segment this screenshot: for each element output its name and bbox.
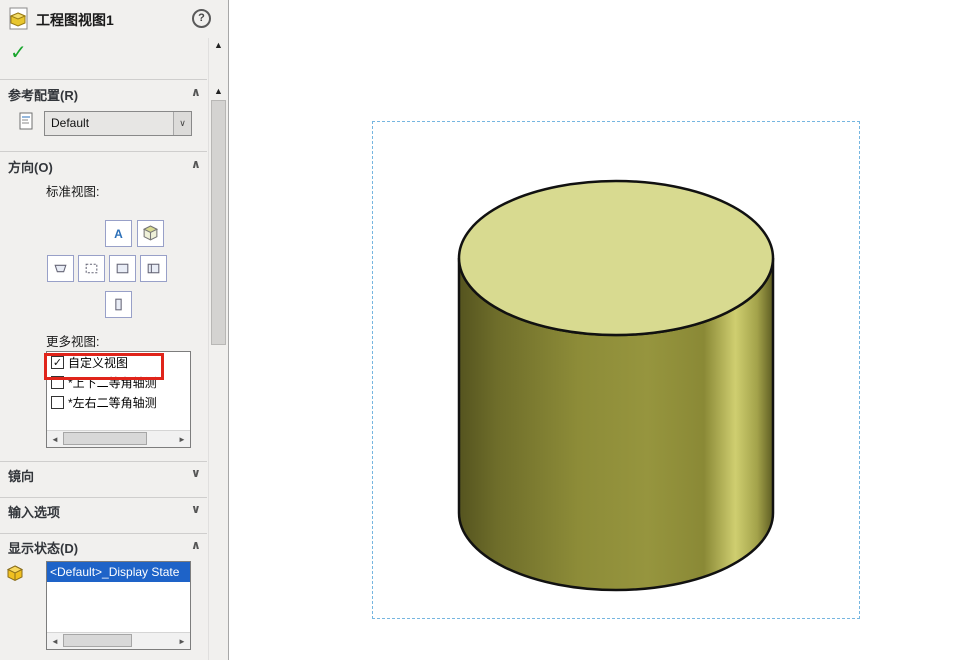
display-state-listbox: <Default>_Display State ◄ ► [46, 561, 191, 650]
drawing-view-icon [8, 7, 30, 31]
section-header-orientation[interactable]: 方向(O) [8, 157, 53, 176]
chevron-down-icon[interactable]: ∨ [191, 502, 201, 516]
scrollbar-thumb[interactable] [63, 634, 132, 647]
chevron-up-icon[interactable]: ∧ [191, 538, 201, 552]
display-state-part-icon [5, 564, 25, 584]
divider [0, 533, 207, 534]
chevron-up-icon[interactable]: ∧ [191, 85, 201, 99]
section-header-display-state[interactable]: 显示状态(D) [8, 538, 78, 557]
trapezoid-view-icon [52, 260, 69, 277]
dashed-rect-view-icon [83, 260, 100, 277]
divider [0, 79, 207, 80]
rect-view-icon [114, 260, 131, 277]
scrollbar-track[interactable] [63, 431, 174, 447]
scroll-right-icon[interactable]: ► [174, 633, 190, 649]
list-item-custom-view[interactable]: ✓ 自定义视图 [47, 352, 190, 372]
front-view-button[interactable] [109, 255, 136, 282]
scroll-up-icon[interactable]: ▲ [209, 86, 228, 96]
right-view-button[interactable] [105, 291, 132, 318]
divider [0, 497, 207, 498]
list-item-label: *左右二等角轴测 [68, 394, 157, 411]
scroll-left-icon[interactable]: ◄ [47, 633, 63, 649]
checkbox-checked-icon[interactable]: ✓ [51, 356, 64, 369]
chevron-down-icon[interactable]: ∨ [191, 466, 201, 480]
checkbox-unchecked-icon[interactable] [51, 376, 64, 389]
configuration-dropdown-value: Default [45, 112, 191, 130]
display-state-item-selected[interactable]: <Default>_Display State [47, 562, 190, 582]
checkbox-unchecked-icon[interactable] [51, 396, 64, 409]
list-item-label: *上下二等角轴测 [68, 374, 157, 391]
more-views-label: 更多视图: [46, 331, 99, 350]
horizontal-scrollbar[interactable]: ◄ ► [47, 632, 190, 649]
isometric-view-button[interactable] [137, 220, 164, 247]
list-item-dimetric-2[interactable]: *左右二等角轴测 [47, 392, 190, 412]
panel-vertical-scrollbar[interactable]: ▲ ▲ [208, 38, 228, 660]
property-manager-panel: 工程图视图1 ? ✓ 参考配置(R) ∧ Default ∨ 方向(O) ∧ 标… [0, 0, 228, 660]
scrollbar-thumb[interactable] [63, 432, 147, 445]
configuration-icon [16, 110, 36, 134]
top-view-button[interactable] [47, 255, 74, 282]
list-item-dimetric-1[interactable]: *上下二等角轴测 [47, 372, 190, 392]
configuration-dropdown[interactable]: Default ∨ [44, 111, 192, 136]
annotation-view-button[interactable]: A [105, 220, 132, 247]
standard-views-label: 标准视图: [46, 181, 99, 200]
ok-check-icon[interactable]: ✓ [10, 40, 27, 65]
divider [0, 151, 207, 152]
scrollbar-track[interactable] [63, 633, 174, 649]
chevron-up-icon[interactable]: ∧ [191, 157, 201, 171]
help-icon[interactable]: ? [192, 9, 211, 28]
section-header-reference-config[interactable]: 参考配置(R) [8, 85, 78, 104]
cube-icon [142, 225, 159, 242]
list-item-label: 自定义视图 [68, 354, 128, 371]
section-header-mirror[interactable]: 镜向 [8, 466, 34, 485]
scroll-left-icon[interactable]: ◄ [47, 431, 63, 447]
hidden-view-button[interactable] [78, 255, 105, 282]
divider [0, 461, 207, 462]
tall-rect-view-icon [110, 296, 127, 313]
more-views-listbox: ✓ 自定义视图 *上下二等角轴测 *左右二等角轴测 ◄ ► [46, 351, 191, 448]
solidworks-window: 工程图视图1 ? ✓ 参考配置(R) ∧ Default ∨ 方向(O) ∧ 标… [0, 0, 967, 660]
view-a-icon: A [114, 227, 123, 241]
scroll-up-icon[interactable]: ▲ [209, 40, 228, 50]
split-rect-view-icon [145, 260, 162, 277]
cylinder-top-face [459, 181, 773, 335]
scroll-right-icon[interactable]: ► [174, 431, 190, 447]
side-view-button[interactable] [140, 255, 167, 282]
panel-title: 工程图视图1 [36, 10, 114, 30]
section-header-input-options[interactable]: 输入选项 [8, 502, 60, 521]
cylinder-model [373, 122, 861, 620]
dropdown-arrow-icon[interactable]: ∨ [173, 112, 191, 135]
drawing-graphics-area[interactable] [229, 0, 967, 660]
scrollbar-thumb[interactable] [211, 100, 226, 345]
drawing-view-selection-box[interactable] [372, 121, 860, 619]
horizontal-scrollbar[interactable]: ◄ ► [47, 430, 190, 447]
